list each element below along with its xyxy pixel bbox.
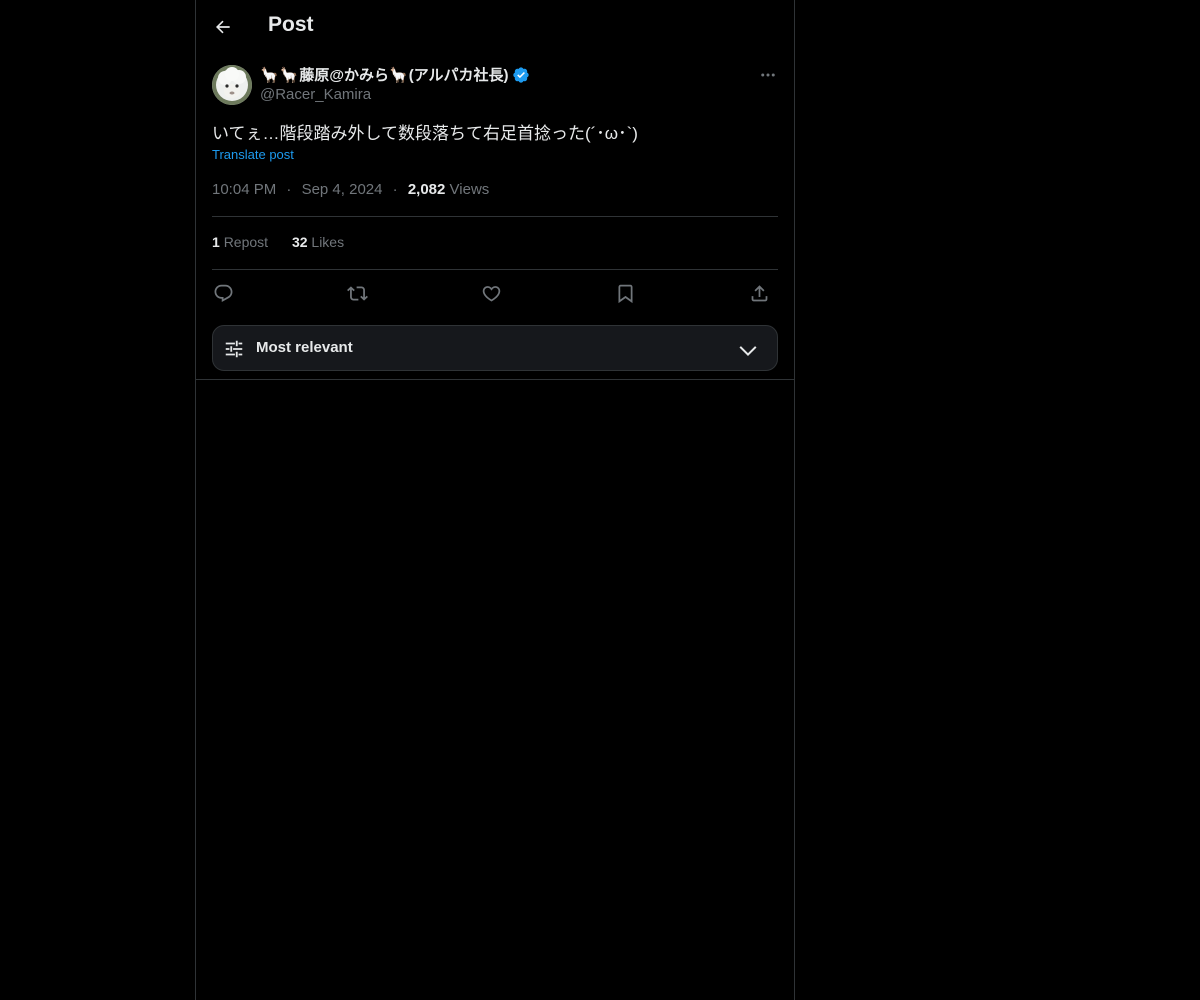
likes-count: 32: [291, 234, 308, 250]
sort-label: Most relevant: [256, 339, 353, 356]
post-meta: 10:04 PM · Sep 4, 2024 · 2,082 Views: [212, 181, 489, 198]
author-handle[interactable]: @Racer_Kamira: [260, 86, 371, 103]
reposts-label: Repost: [223, 234, 269, 250]
author-name-suffix: (アルパカ社長): [408, 67, 509, 84]
share-button[interactable]: [746, 280, 772, 306]
repost-button[interactable]: [344, 280, 370, 306]
post-detail-column: Post 🦙 🦙 藤原@かみら 🦙 (アルパカ社長) @Racer_Kamira: [195, 0, 795, 1000]
heart-icon: [482, 285, 500, 302]
views-count: 2,082: [407, 181, 446, 198]
post-actions: [212, 280, 778, 308]
chevron-down-icon: [739, 346, 757, 357]
sort-replies-dropdown[interactable]: Most relevant: [212, 325, 778, 371]
alpaca-avatar-image: [212, 65, 252, 105]
translate-post-link[interactable]: Translate post: [212, 147, 294, 162]
arrow-left-icon: [216, 20, 230, 34]
reply-button[interactable]: [210, 280, 236, 306]
bookmark-icon: [618, 284, 632, 303]
avatar[interactable]: [212, 65, 252, 105]
reposts-stat[interactable]: 1 Repost: [212, 234, 272, 250]
llama-emoji: 🦙: [260, 66, 279, 84]
bookmark-button[interactable]: [612, 280, 638, 306]
like-button[interactable]: [478, 280, 504, 306]
reposts-count: 1: [212, 234, 220, 250]
divider: [212, 269, 778, 270]
llama-emoji: 🦙: [389, 66, 408, 84]
likes-stat[interactable]: 32 Likes: [292, 234, 344, 250]
likes-label: Likes: [311, 234, 345, 250]
share-icon: [751, 284, 767, 301]
section-divider: [196, 379, 794, 380]
post-date[interactable]: Sep 4, 2024: [302, 181, 383, 198]
more-horizontal-icon: [761, 73, 775, 77]
reply-icon: [214, 284, 232, 302]
divider: [212, 216, 778, 217]
top-bar: Post: [196, 0, 794, 53]
meta-separator: ·: [392, 181, 398, 198]
sliders-icon: [225, 340, 243, 358]
llama-emoji: 🦙: [279, 66, 299, 84]
page-title: Post: [268, 13, 314, 36]
repost-icon: [346, 285, 368, 301]
back-button[interactable]: [208, 12, 238, 42]
meta-separator: ·: [286, 181, 292, 198]
views-label: Views: [449, 181, 490, 198]
verified-badge-icon: [512, 66, 530, 84]
more-options-button[interactable]: [756, 64, 780, 86]
post-stats: 1 Repost 32 Likes: [212, 234, 364, 250]
author-name-text: 藤原@かみら: [299, 67, 390, 84]
author-name[interactable]: 🦙 🦙 藤原@かみら 🦙 (アルパカ社長): [260, 64, 530, 85]
post-time[interactable]: 10:04 PM: [212, 181, 276, 198]
post-text: いてぇ…階段踏み外して数段落ちて右足首捻った(´･ω･`): [212, 124, 638, 143]
